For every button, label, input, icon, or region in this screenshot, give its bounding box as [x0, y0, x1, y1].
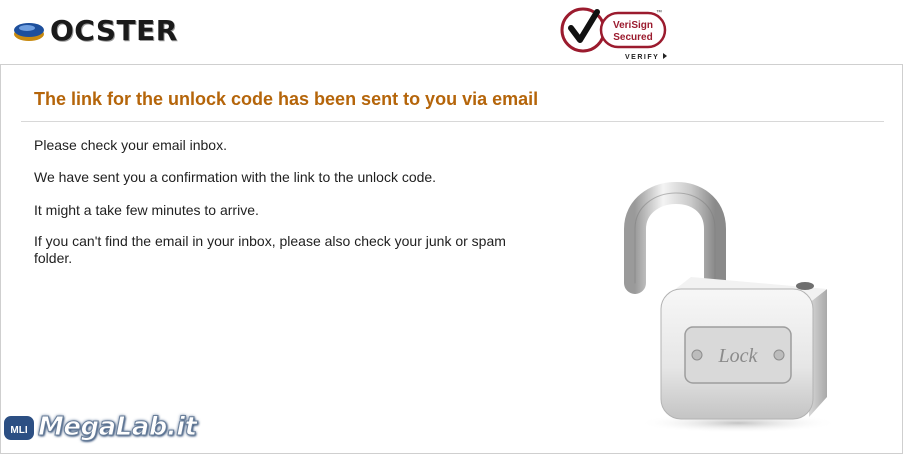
header: OCSTER VeriSign Secured ™ VERIFY — [0, 0, 905, 64]
seal-line2: Secured — [613, 32, 652, 43]
logo-text: OCSTER — [50, 13, 178, 47]
open-padlock-icon: Lock — [624, 182, 838, 433]
main-panel: The link for the unlock code has been se… — [0, 64, 903, 454]
seal-line1: VeriSign — [613, 20, 653, 31]
message-check-spam: If you can't find the email in your inbo… — [34, 233, 506, 266]
divider — [21, 121, 884, 122]
page-title: The link for the unlock code has been se… — [34, 89, 539, 109]
ocster-logo-icon — [14, 23, 44, 41]
seal-tm: ™ — [656, 9, 662, 16]
lock-plate-label: Lock — [718, 345, 759, 367]
seal-verify: VERIFY — [625, 54, 659, 61]
verisign-seal[interactable]: VeriSign Secured ™ VERIFY — [559, 4, 671, 62]
megalab-badge-icon: MLI — [2, 414, 36, 442]
message-check-inbox: Please check your email inbox. — [34, 137, 227, 153]
ocster-logo[interactable]: OCSTER — [12, 12, 178, 48]
svg-text:MLI: MLI — [10, 425, 27, 436]
megalab-watermark: MLI MegaLab.it — [0, 405, 198, 449]
message-sent-confirmation: We have sent you a confirmation with the… — [34, 169, 437, 185]
message-arrival-time: It might a take few minutes to arrive. — [34, 202, 259, 218]
watermark-text: MegaLab.it — [38, 412, 198, 443]
